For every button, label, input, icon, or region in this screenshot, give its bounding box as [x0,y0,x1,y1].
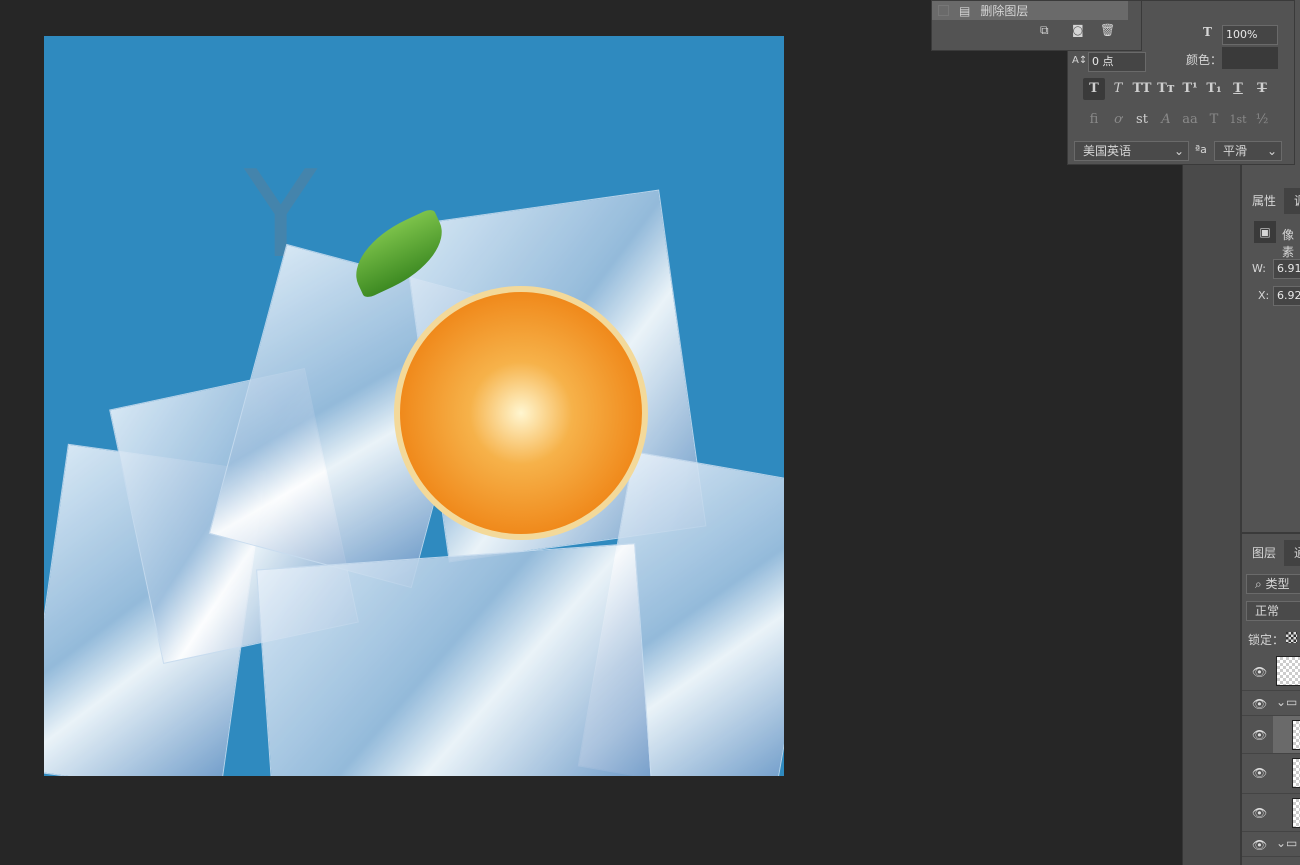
history-item[interactable]: ▤ 删除图层 [932,1,1128,20]
new-document-icon[interactable]: ⧉ [1040,23,1049,38]
subscript-button[interactable]: T₁ [1203,78,1225,100]
camera-icon[interactable]: ◙ [1072,23,1084,37]
old-style-button[interactable]: ơ [1107,109,1129,131]
faux-italic-button[interactable]: T [1107,78,1129,100]
tab-adjustments[interactable]: 调 [1284,188,1300,214]
blend-mode-value: 正常 [1255,604,1280,618]
blend-mode-select[interactable]: 正常 [1246,601,1300,621]
search-icon: ⌕ [1255,577,1266,591]
eye-icon[interactable]: 👁 [1252,665,1267,679]
superscript-button[interactable]: T¹ [1179,78,1201,100]
layer-filter-select[interactable]: ⌕ 类型 [1246,574,1300,594]
layer-group-row[interactable]: 👁 ⌄▭ [1242,832,1300,857]
faux-bold-button[interactable]: T [1083,78,1105,100]
tab-channels[interactable]: 通 [1284,540,1300,566]
all-caps-button[interactable]: TT [1131,78,1153,100]
tab-properties[interactable]: 属性 [1242,188,1287,214]
history-item-label: 删除图层 [980,4,1029,18]
document-icon: ▤ [959,3,971,18]
ordinals-button[interactable]: 1st [1227,109,1249,131]
swash-button[interactable]: A [1155,109,1177,131]
language-select[interactable]: 美国英语 ⌄ [1074,141,1189,161]
antialias-icon: ªa [1195,143,1207,156]
divider [1242,532,1300,534]
horizontal-scale-input[interactable]: 100% [1222,25,1278,45]
trash-icon[interactable]: 🗑 [1100,23,1115,37]
strikethrough-button[interactable]: T [1251,78,1273,100]
layer-filter-value: 类型 [1265,577,1290,591]
fractions-button[interactable]: ½ [1251,109,1273,131]
tab-layers[interactable]: 图层 [1242,540,1286,566]
layer-thumbnail [1276,656,1300,686]
layer-thumbnail [1292,758,1300,788]
color-swatch[interactable] [1222,47,1278,69]
layer-row[interactable]: 👁 [1242,653,1300,691]
layer-row-selected[interactable]: 👁 [1242,716,1300,754]
eye-icon[interactable]: 👁 [1252,728,1267,742]
ligatures-button[interactable]: fi [1083,109,1105,131]
eye-icon[interactable]: 👁 [1252,838,1267,852]
image-icon: ▣ [1254,221,1276,243]
layer-group-row[interactable]: 👁 ⌄▭ [1242,691,1300,716]
underline-button[interactable]: T [1227,78,1249,100]
eye-icon[interactable]: 👁 [1252,766,1267,780]
stylistic-alternates-button[interactable]: aa [1179,109,1201,131]
color-label: 颜色： [1186,53,1223,67]
document-canvas[interactable]: Y [44,36,784,776]
titling-alternates-button[interactable]: T [1203,109,1225,131]
language-value: 美国英语 [1083,144,1132,158]
discretionary-ligatures-button[interactable]: st [1131,109,1153,131]
chevron-down-icon: ⌄ [1266,144,1277,158]
horizontal-scale-icon: T [1203,25,1212,39]
baseline-shift-icon: A↕ [1072,55,1088,66]
lock-label: 锁定： [1248,633,1285,647]
eye-icon[interactable]: 👁 [1252,697,1267,711]
layer-row[interactable]: 👁 [1242,794,1300,832]
x-label: X: [1258,289,1270,302]
orange-slice [394,286,648,540]
ice-cube [256,543,652,776]
layer-thumbnail [1292,798,1300,828]
layer-thumbnail [1292,720,1300,750]
baseline-shift-input[interactable]: 0 点 [1088,52,1146,72]
width-input[interactable]: 6.91 [1273,259,1300,279]
snapshot-checkbox[interactable] [938,5,949,16]
layer-row[interactable]: 👁 [1242,754,1300,794]
antialias-value: 平滑 [1223,144,1248,158]
small-caps-button[interactable]: Tт [1155,78,1177,100]
antialias-select[interactable]: 平滑 ⌄ [1214,141,1282,161]
history-panel: ▤ 删除图层 ⧉ ◙ 🗑 [931,0,1142,51]
eye-icon[interactable]: 👁 [1252,806,1267,820]
chevron-down-icon: ⌄ [1173,144,1184,158]
folder-icon: ⌄▭ [1276,695,1298,709]
folder-icon: ⌄▭ [1276,836,1298,850]
x-input[interactable]: 6.92 [1273,286,1300,306]
width-label: W: [1252,262,1266,275]
properties-kind: 像素 [1282,228,1295,259]
lock-transparency-icon[interactable] [1286,632,1297,643]
